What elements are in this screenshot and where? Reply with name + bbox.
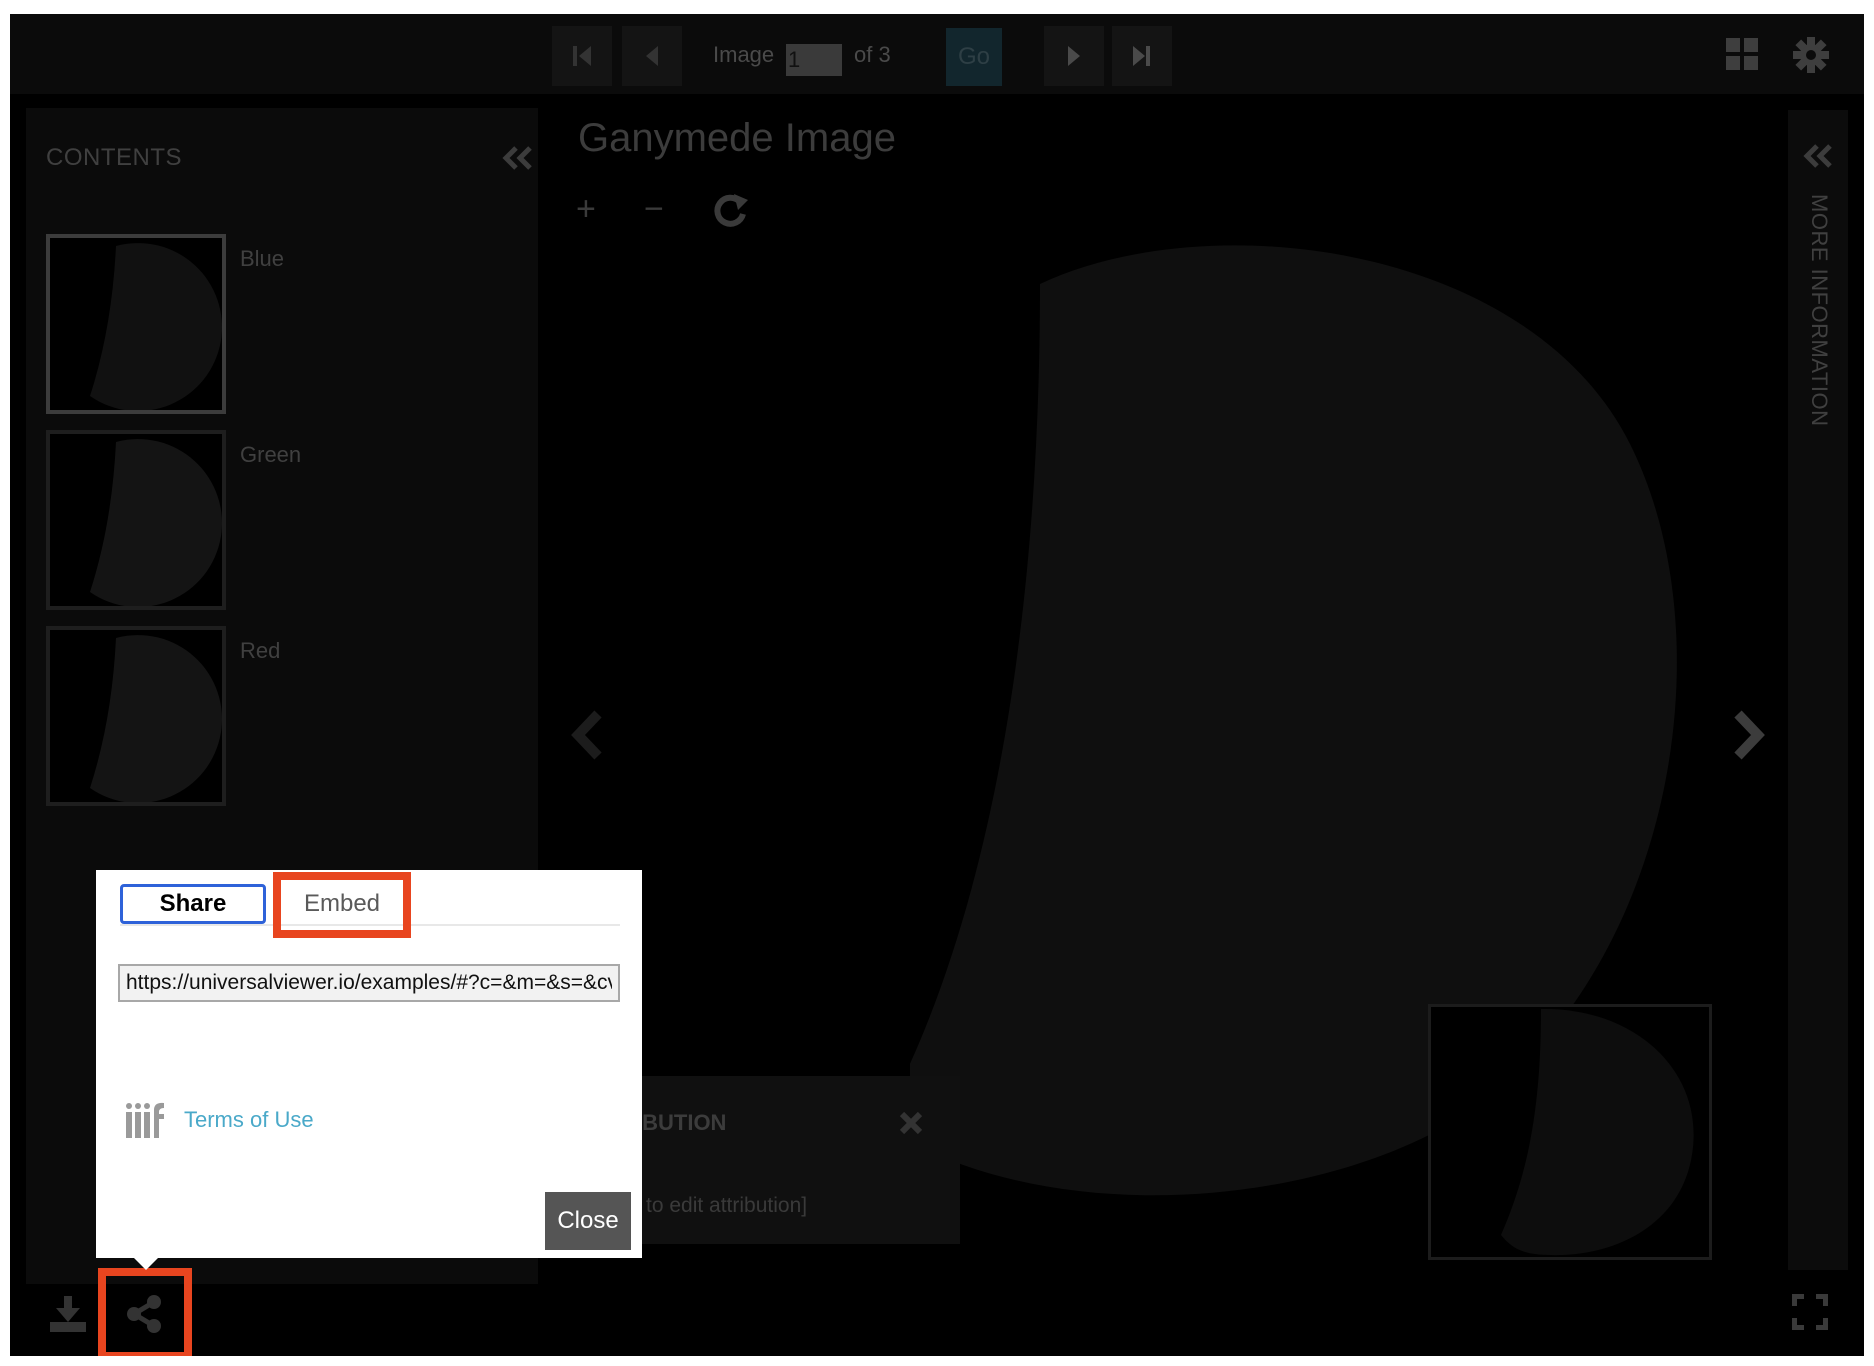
chevron-right-icon (1734, 710, 1765, 760)
attribution-text: to edit attribution] (646, 1194, 808, 1217)
share-icon (127, 1295, 161, 1333)
last-page-icon (1133, 46, 1150, 66)
share-url-input[interactable] (118, 964, 620, 1002)
close-button[interactable]: Close (545, 1192, 631, 1250)
grid-icon (1726, 38, 1758, 70)
top-toolbar: Image of 3 Go (10, 14, 1864, 94)
share-button[interactable] (122, 1292, 166, 1336)
page-count-label: of 3 (854, 42, 891, 67)
thumbnail-label: Green (240, 442, 302, 467)
first-page-button[interactable] (552, 26, 612, 86)
double-chevron-left-icon (1803, 144, 1832, 168)
thumbnail-image[interactable] (46, 234, 226, 414)
fullscreen-button[interactable] (1790, 1292, 1834, 1336)
previous-page-icon (646, 46, 658, 66)
tab-share[interactable]: Share (120, 884, 266, 924)
thumbnail-image[interactable] (46, 626, 226, 806)
share-dialog: Share Embed Terms of Use Close (96, 870, 642, 1270)
zoom-out-button[interactable]: − (644, 192, 664, 226)
viewer-frame: Image of 3 Go CO (10, 14, 1864, 1356)
share-dialog-tabs: Share Embed (120, 884, 620, 926)
terms-row: Terms of Use (124, 1098, 314, 1142)
chevron-left-icon (571, 710, 602, 760)
page-number-input[interactable] (786, 44, 842, 76)
download-button[interactable] (46, 1292, 90, 1336)
attribution-panel: IBUTION to edit attribution] (632, 1076, 960, 1244)
iiif-logo-icon (126, 1102, 164, 1138)
more-information-panel: MORE INFORMATION (1788, 110, 1848, 1270)
rotate-icon (714, 194, 748, 227)
first-page-icon (573, 46, 591, 66)
double-chevron-left-icon (502, 146, 532, 170)
ganymede-image[interactable] (910, 224, 1864, 1224)
image-label: Image (713, 42, 775, 67)
image-title: Ganymede Image (578, 116, 896, 160)
thumbnail-label: Red (240, 638, 281, 663)
fullscreen-icon (1792, 1294, 1828, 1330)
previous-page-button[interactable] (622, 26, 682, 86)
attribution-close-button[interactable] (898, 1110, 924, 1136)
close-icon (899, 1111, 923, 1135)
thumbnail-item-red[interactable]: Red (46, 626, 516, 806)
tab-embed[interactable]: Embed (278, 884, 406, 924)
dialog-pointer (132, 1256, 160, 1270)
gallery-button[interactable] (1724, 36, 1762, 74)
next-image-arrow[interactable] (1730, 708, 1766, 762)
gear-icon (1793, 37, 1829, 73)
expand-more-info-button[interactable] (1802, 142, 1834, 170)
more-information-title: MORE INFORMATION (1807, 194, 1832, 427)
rotate-button[interactable] (710, 190, 750, 236)
last-page-button[interactable] (1112, 26, 1172, 86)
thumbnail-item-green[interactable]: Green (46, 430, 516, 610)
attribution-title: IBUTION (636, 1110, 727, 1135)
terms-of-use-link[interactable]: Terms of Use (184, 1107, 314, 1133)
thumbnail-image[interactable] (46, 430, 226, 610)
thumbnail-label: Blue (240, 246, 285, 271)
zoom-in-button[interactable]: + (576, 192, 596, 226)
go-button[interactable]: Go (946, 28, 1002, 86)
download-icon (50, 1296, 86, 1332)
settings-button[interactable] (1792, 36, 1830, 74)
collapse-contents-button[interactable] (500, 144, 534, 172)
next-page-icon (1068, 46, 1080, 66)
previous-image-arrow[interactable] (570, 708, 606, 762)
navigator-thumbnail[interactable] (1428, 1004, 1712, 1260)
contents-title: CONTENTS (46, 144, 182, 171)
next-page-button[interactable] (1044, 26, 1104, 86)
thumbnail-item-blue[interactable]: Blue (46, 234, 516, 414)
